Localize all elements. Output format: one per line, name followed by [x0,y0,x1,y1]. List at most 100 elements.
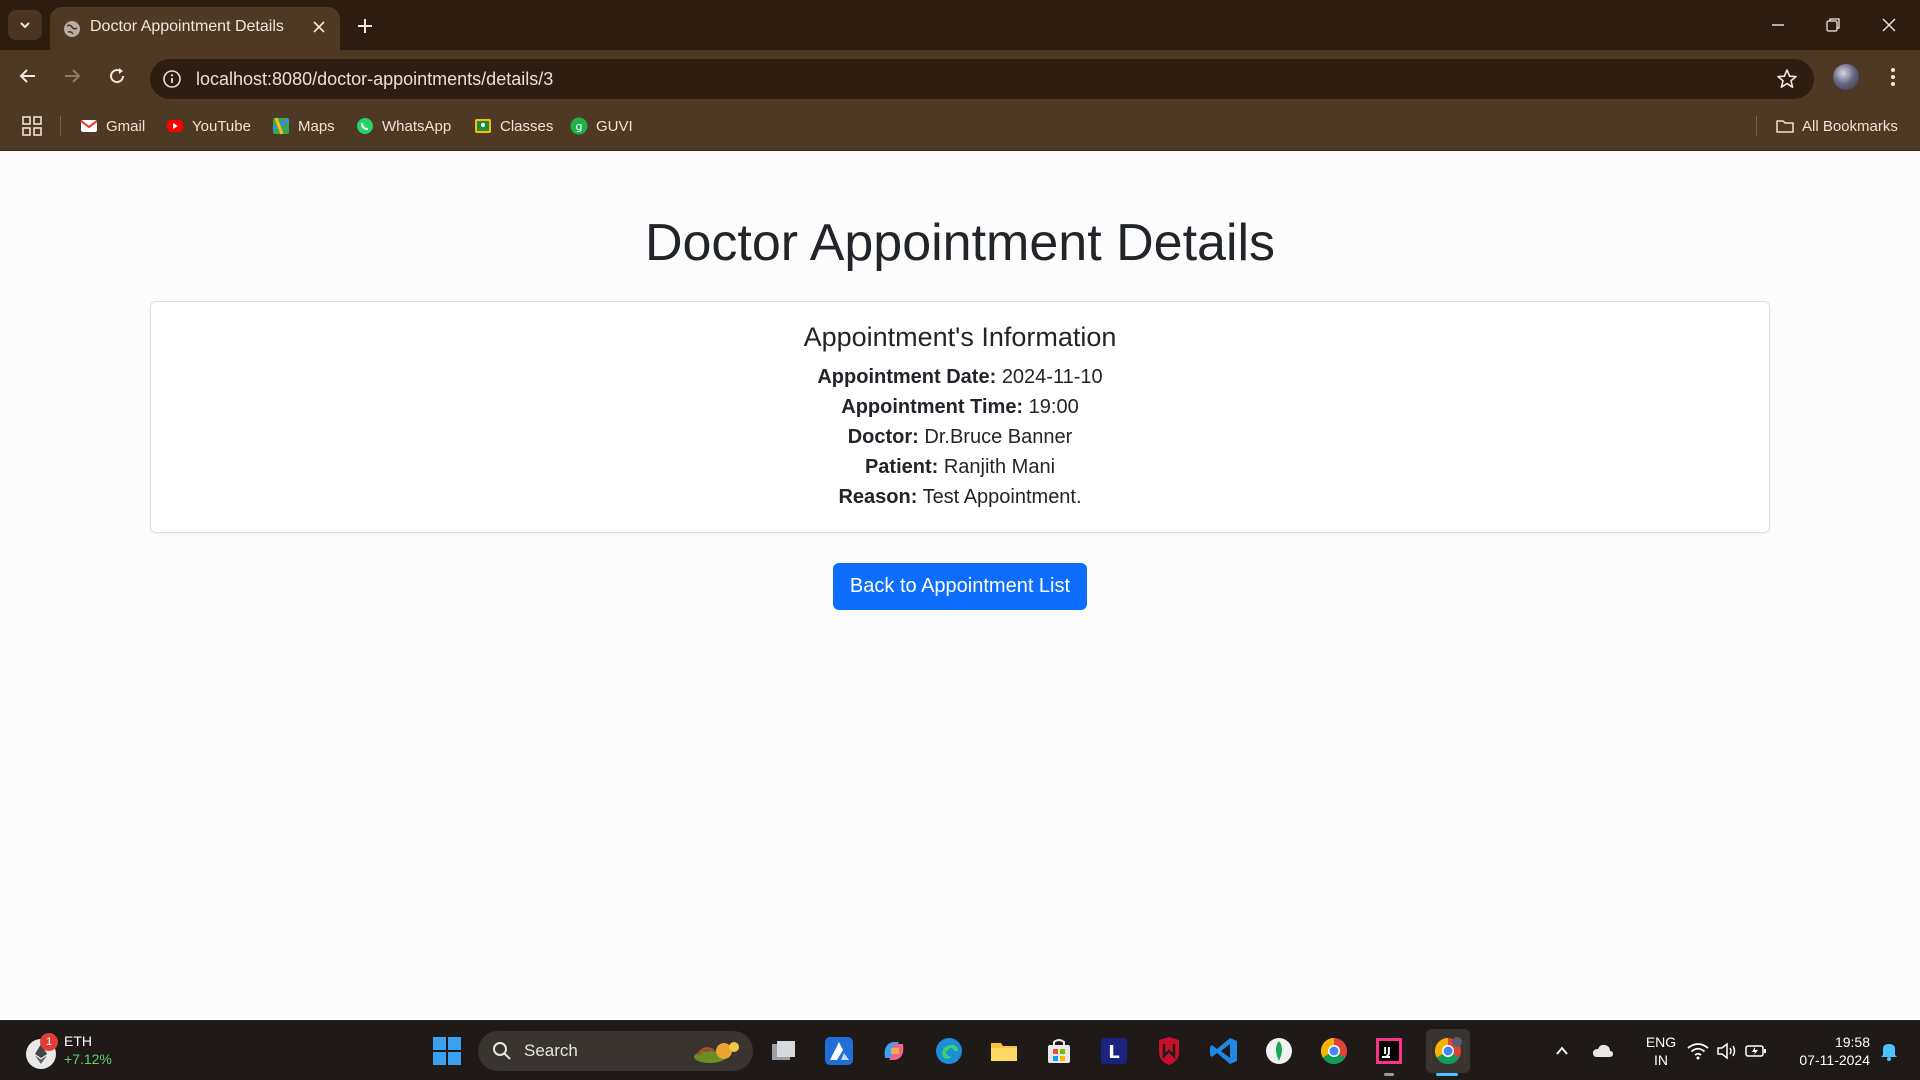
svg-text:L: L [1108,1042,1119,1063]
active-tab[interactable]: Doctor Appointment Details [50,7,340,50]
edge-icon [936,1038,962,1064]
close-icon [1882,18,1896,32]
wifi-tray[interactable] [1684,1033,1712,1069]
close-icon [313,21,325,33]
bookmark-gmail[interactable]: Gmail [80,114,145,138]
arrow-right-icon [65,69,81,83]
field-value: 2024-11-10 [1001,366,1103,388]
intellij-icon: IJ [1376,1038,1402,1064]
region-code: IN [1654,1052,1668,1068]
show-hidden-icons-button[interactable] [1548,1033,1576,1069]
taskbar-app-chrome[interactable] [1316,1033,1352,1069]
site-info-icon[interactable] [162,69,182,89]
page-title: Doctor Appointment Details [644,214,1276,272]
bookmark-star-icon[interactable] [1776,68,1798,90]
info-row-time: Appointment Time: 19:00 [151,396,1769,419]
all-bookmarks-button[interactable]: All Bookmarks [1776,114,1898,138]
bookmark-label: WhatsApp [382,117,452,135]
back-nav-button[interactable] [10,58,46,94]
field-value: Test Appointment. [922,486,1082,508]
taskbar-app-azure[interactable] [821,1033,857,1069]
bookmarks-bar: Gmail YouTube Maps WhatsApp Classes g GU… [0,101,1920,151]
plus-icon [358,19,372,33]
forward-nav-button[interactable] [54,58,90,94]
taskbar-app-vscode[interactable] [1206,1033,1242,1069]
notification-badge: 1 [40,1033,58,1051]
restore-button[interactable] [1810,8,1856,42]
language-code: ENG [1645,1034,1677,1050]
store-icon [1048,1039,1070,1063]
field-value: Dr.Bruce Banner [924,426,1073,448]
card-title: Appointment's Information [803,322,1117,352]
taskbar-app-file-explorer[interactable] [986,1033,1022,1069]
letter-l-app-icon: L [1101,1038,1127,1064]
url-text[interactable]: localhost:8080/doctor-appointments/detai… [196,69,553,90]
address-bar[interactable]: localhost:8080/doctor-appointments/detai… [150,59,1814,99]
close-window-button[interactable] [1866,8,1912,42]
battery-charging-icon [1745,1045,1766,1057]
running-indicator [1384,1073,1394,1076]
more-vertical-icon [1891,68,1895,86]
bookmark-guvi[interactable]: g GUVI [570,114,633,138]
info-row-doctor: Doctor: Dr.Bruce Banner [151,426,1769,449]
taskbar-app-store[interactable] [1041,1033,1077,1069]
browser-menu-button[interactable] [1880,64,1906,90]
folder-icon [991,1043,1017,1061]
bookmarks-divider [60,116,61,136]
bookmark-whatsapp[interactable]: WhatsApp [356,114,451,138]
svg-text:g: g [576,120,583,133]
info-row-reason: Reason: Test Appointment. [151,486,1769,509]
page-content: Doctor Appointment Details Appointment's… [0,151,1920,1020]
taskbar-app-copilot[interactable] [876,1033,912,1069]
bookmark-classes[interactable]: Classes [474,114,553,138]
maps-icon [272,117,290,135]
profile-avatar[interactable] [1833,64,1859,90]
taskbar-app-mongodb[interactable] [1261,1033,1297,1069]
taskbar-app-intellij[interactable]: IJ [1371,1033,1407,1069]
volume-tray[interactable] [1713,1033,1741,1069]
arrow-left-icon [19,69,35,83]
field-label: Appointment Date: [817,366,997,388]
start-button[interactable] [429,1033,465,1069]
bookmark-label: Gmail [106,117,146,135]
bell-icon [1881,1044,1897,1061]
tab-search-button[interactable] [8,10,42,40]
active-indicator [1436,1073,1458,1076]
chevron-up-icon [1556,1046,1568,1055]
whatsapp-icon [357,118,373,134]
back-to-list-button[interactable]: Back to Appointment List [833,563,1087,610]
cloud-icon [1593,1044,1613,1057]
widget-change: +7.12% [64,1051,112,1067]
onedrive-tray[interactable] [1588,1033,1618,1069]
taskbar-app-edge[interactable] [931,1033,967,1069]
gmail-icon [80,120,98,132]
task-view-button[interactable] [766,1033,802,1069]
taskbar-search[interactable]: Search [478,1031,753,1071]
new-tab-button[interactable] [352,13,378,39]
azure-icon [825,1037,853,1065]
system-clock[interactable]: 19:58 07-11-2024 [1780,1033,1870,1069]
taskbar: 1 ETH +7.12% Search L IJ ENG IN 19:58 07… [0,1020,1920,1080]
bookmark-label: YouTube [192,117,251,135]
eth-widget[interactable]: 1 ETH +7.12% [22,1031,152,1071]
taskbar-app-l[interactable]: L [1096,1033,1132,1069]
chrome-profile-icon [1434,1037,1462,1065]
field-value: Ranjith Mani [943,456,1056,478]
bookmark-maps[interactable]: Maps [272,114,335,138]
reload-button[interactable] [99,58,135,94]
appointment-info-card: Appointment's Information Appointment Da… [150,301,1770,533]
language-indicator[interactable]: ENG IN [1636,1033,1686,1069]
folder-icon [1776,120,1794,133]
notifications-button[interactable] [1874,1033,1904,1069]
minimize-button[interactable] [1755,8,1801,42]
tab-close-button[interactable] [308,16,330,38]
battery-tray[interactable] [1742,1033,1770,1069]
apps-grid-icon[interactable] [20,114,44,138]
guvi-icon: g [570,117,588,135]
mongodb-leaf-icon [1266,1038,1292,1064]
vscode-icon [1210,1038,1237,1064]
bookmarks-divider [1756,116,1757,136]
taskbar-app-chrome-active[interactable] [1426,1029,1470,1073]
bookmark-youtube[interactable]: YouTube [166,114,251,138]
taskbar-app-mcafee[interactable] [1151,1033,1187,1069]
